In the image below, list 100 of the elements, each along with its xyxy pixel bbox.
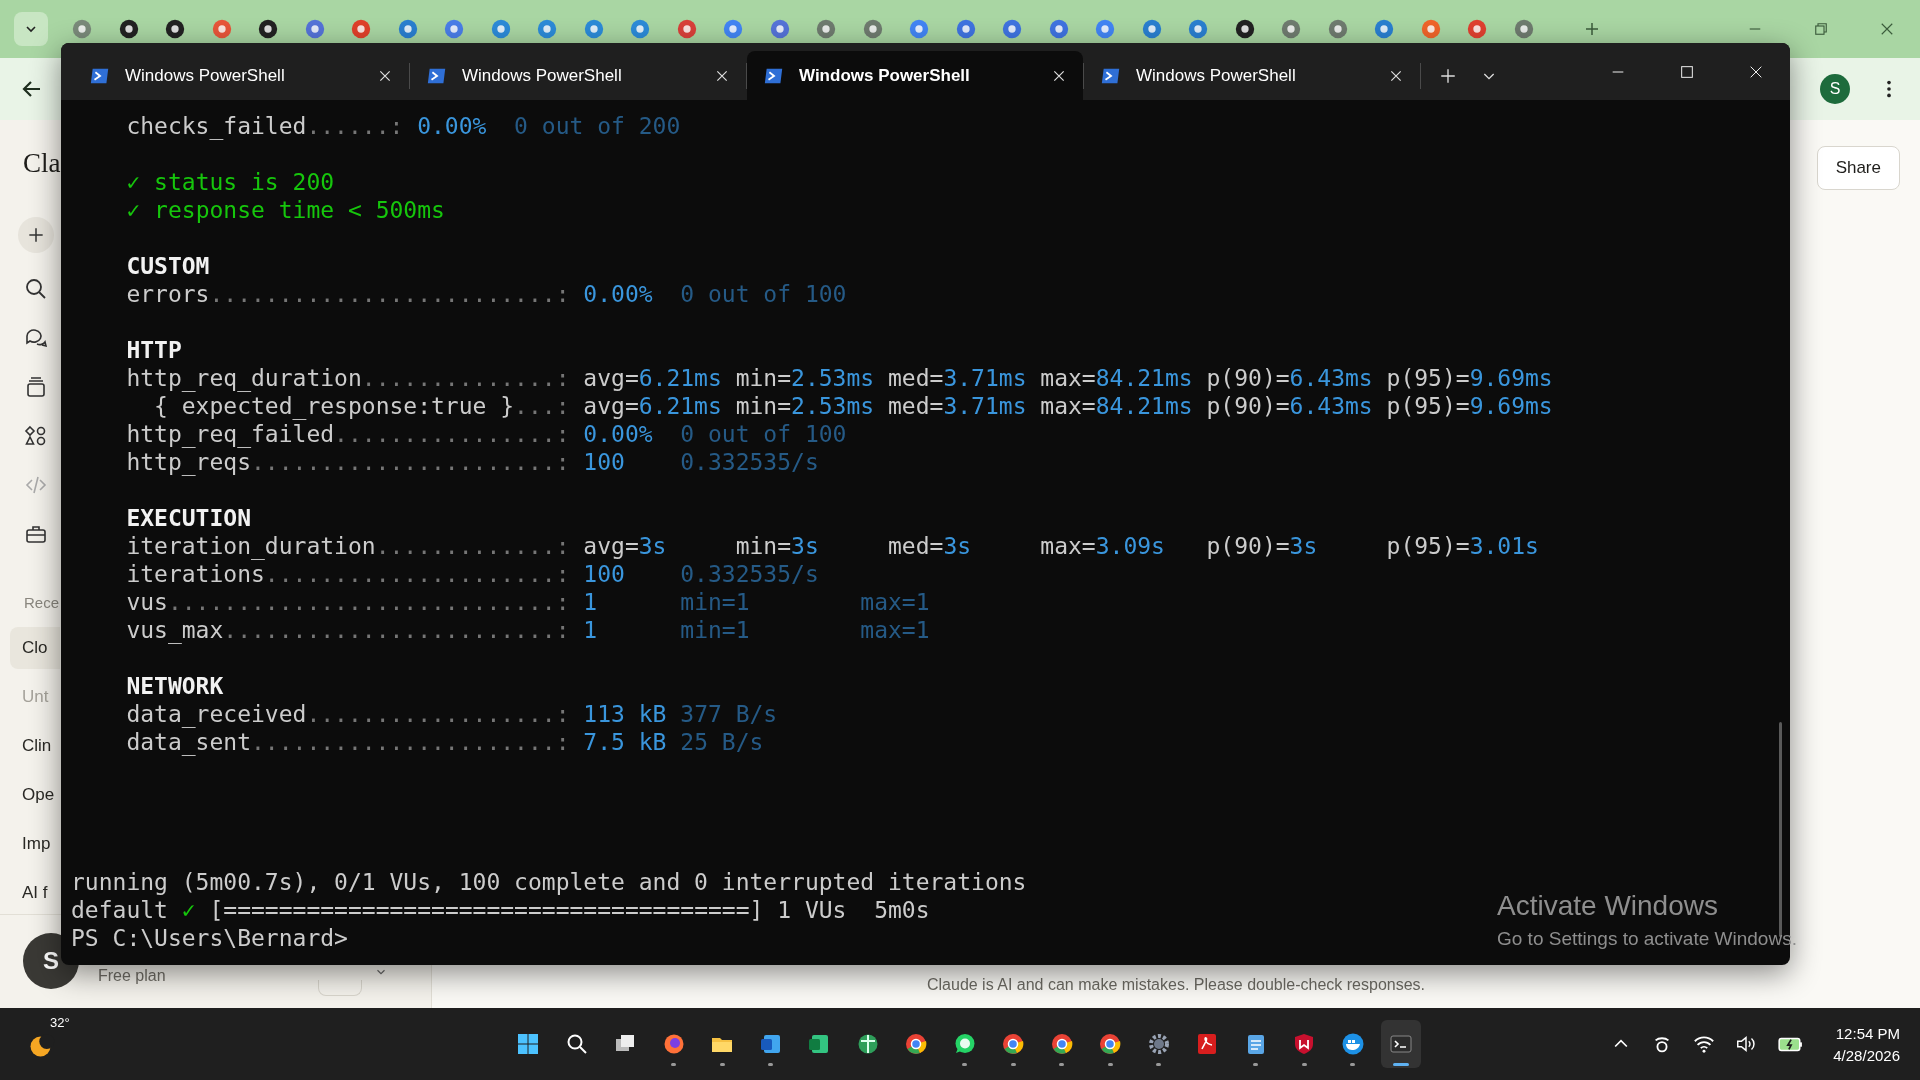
restore-icon[interactable] [1812,20,1830,38]
section-heading: NETWORK [126,672,224,700]
metric-value: 0.332535/s [680,560,819,588]
spreadsheet-icon[interactable] [807,1032,831,1056]
site-icon[interactable] [257,18,280,40]
metric-value: min=1 [680,616,750,644]
metric-value: avg=3s [583,532,667,560]
stack-icon[interactable] [24,374,48,399]
metric-value: max=3.09s [1040,532,1165,560]
chat-item[interactable]: Imp [10,822,60,865]
new-tab-icon[interactable] [1583,20,1601,38]
metric-value: max=84.21ms [1040,392,1193,420]
metric-name: data_received [126,700,307,728]
metric-name: vus_max [126,616,224,644]
metric-value: p(90)=6.43ms [1206,392,1373,420]
metric-name: vus [126,588,168,616]
temperature-label: 32° [50,1015,70,1030]
shield-icon[interactable] [1292,1032,1316,1056]
metric-value: 100 [583,448,625,476]
section-heading: HTTP [126,336,182,364]
search-icon[interactable] [24,276,48,301]
round-browser-icon[interactable] [1098,1032,1122,1056]
metric-name: { expected_response:true } [154,392,515,420]
leader-dots: ...: [514,392,570,420]
chat-item[interactable]: Clin [10,724,60,767]
shapes-icon[interactable] [24,423,48,448]
metric-name: data_sent [126,728,251,756]
metric-value: max=1 [860,616,930,644]
check-result: ✓ status is 200 [126,168,335,196]
metric-value: 377 B/s [680,700,778,728]
terminal-tab[interactable]: Windows PowerShell [410,51,746,100]
metric-value: min=2.53ms [735,392,875,420]
round-browser-icon[interactable] [1049,1032,1074,1056]
metric-value: min=1 [680,588,750,616]
metric-value: med=3.71ms [888,392,1027,420]
metric-name: http_req_failed [126,420,335,448]
progress-value: 5m0s [874,896,930,924]
metric-value: 0.332535/s [680,448,819,476]
metric-value: 0 out of 200 [514,112,681,140]
check-result: ✓ response time < 500ms [126,196,445,224]
metric-value: 25 B/s [680,728,764,756]
date-label: 4/28/2026 [1833,1046,1900,1064]
metric-value: p(90)=3s [1206,532,1318,560]
check-mark: ✓ [181,896,196,924]
metric-value: med=3.71ms [888,364,1027,392]
volume-icon[interactable] [1735,1033,1758,1055]
new-chat-button[interactable] [18,217,54,253]
chat-icon[interactable] [952,1032,977,1056]
leader-dots: .........................: [209,280,570,308]
start-icon[interactable] [516,1032,540,1056]
metric-name: http_req_duration [126,364,362,392]
metric-value: 7.5 kB [583,728,667,756]
activation-title: Activate Windows [1497,890,1719,922]
profile-avatar[interactable]: S [1820,74,1850,104]
pdf-icon[interactable] [1195,1032,1219,1056]
chat-item[interactable]: AI f [10,871,60,914]
round-browser-icon[interactable] [904,1032,928,1056]
metric-value: max=1 [860,588,930,616]
metric-value: 1 [583,588,598,616]
leader-dots: ................: [334,420,570,448]
progress-text: [======================================] [209,896,764,924]
section-heading: EXECUTION [126,504,251,532]
leader-dots: .............: [375,532,570,560]
leader-dots: ........................: [223,616,570,644]
maximize-icon[interactable] [1678,63,1695,80]
chat-item[interactable]: Ope [10,773,60,816]
document-icon[interactable] [758,1032,783,1056]
terminal-tab[interactable]: Windows PowerShell [747,51,1083,100]
leader-dots: ..............: [361,364,570,392]
share-button[interactable]: Share [1816,146,1900,190]
leader-dots: ............................: [167,588,570,616]
terminal-tab[interactable]: Windows PowerShell [73,51,409,100]
metric-value: p(95)=3.01s [1386,532,1539,560]
metric-value: p(95)=9.69ms [1386,364,1553,392]
terminal-tab[interactable]: Windows PowerShell [1084,51,1420,100]
chat-item[interactable]: Clo [10,626,60,669]
whale-icon[interactable] [1340,1032,1365,1056]
gear-icon[interactable] [1146,1032,1171,1056]
scenario-name: default [71,896,168,924]
metric-value: 0.00% [417,112,487,140]
metric-value: med=3s [888,532,972,560]
round-browser-icon[interactable] [1001,1032,1025,1056]
site-icon[interactable] [164,18,187,40]
metric-name: checks_failed [126,112,307,140]
clock[interactable]: 12:54 PM 4/28/2026 [1833,1024,1900,1064]
new-tab-icon[interactable] [1439,66,1457,85]
site-icon[interactable] [1233,18,1256,40]
metric-value: p(95)=9.69ms [1386,392,1553,420]
metric-value: max=84.21ms [1040,364,1193,392]
leader-dots: ......................: [251,448,570,476]
site-icon[interactable] [117,18,140,40]
metric-name: iteration_duration [126,532,376,560]
metric-value: avg=6.21ms [583,392,722,420]
metric-name: errors [126,280,210,308]
metric-value: 100 [583,560,625,588]
metric-value: 0 out of 100 [680,420,847,448]
metric-value: min=2.53ms [735,364,875,392]
metric-value: 0.00% [583,420,653,448]
disclaimer-text: Claude is AI and can make mistakes. Please double-check responses. [926,976,1425,994]
terminal-icon[interactable] [1389,1032,1413,1056]
